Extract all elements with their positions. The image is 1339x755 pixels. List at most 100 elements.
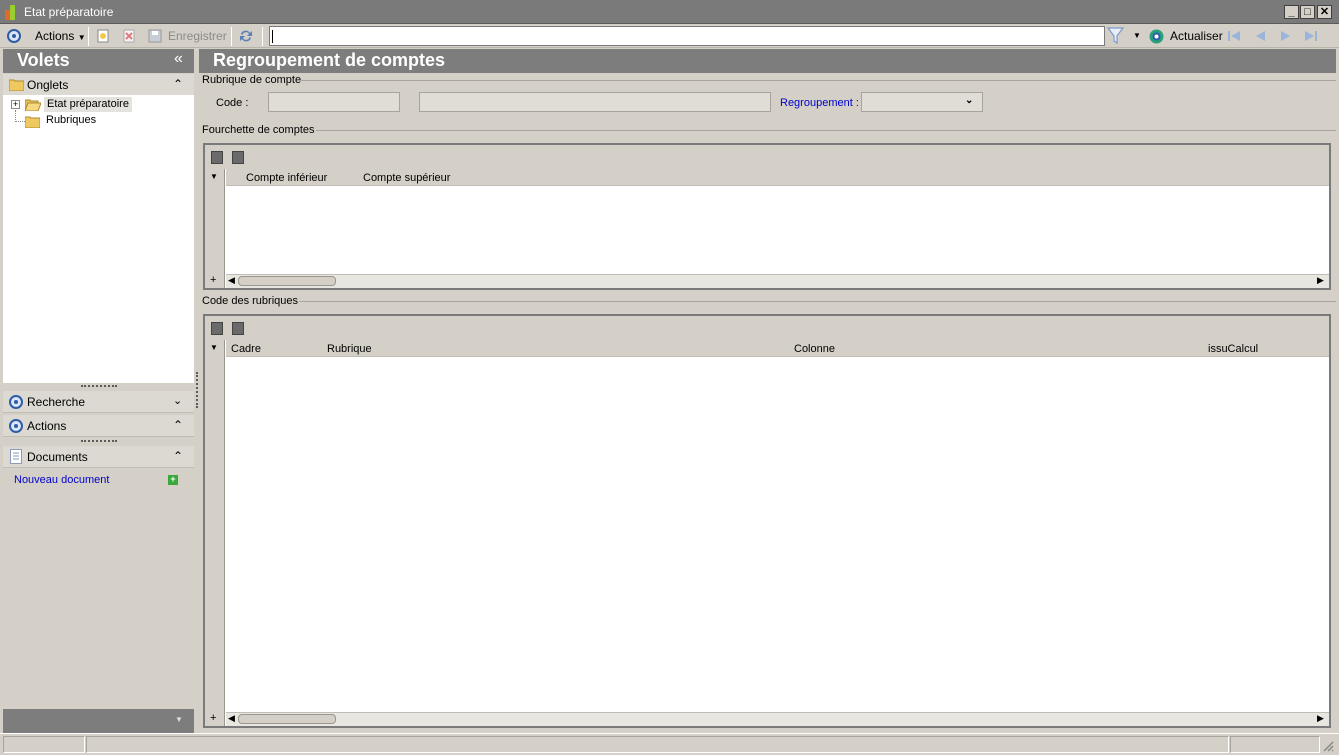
sync-icon[interactable] xyxy=(238,28,254,44)
horizontal-scrollbar[interactable]: ◀ ▶ xyxy=(226,712,1329,726)
main-content: Regroupement de comptes Rubrique de comp… xyxy=(199,49,1336,733)
add-document-icon[interactable]: + xyxy=(168,475,178,485)
documents-group-header[interactable]: Documents ⌃ xyxy=(3,446,194,468)
search-input[interactable] xyxy=(269,26,1105,46)
save-button[interactable]: Enregistrer xyxy=(168,28,227,44)
resize-grip-icon[interactable] xyxy=(1322,740,1334,752)
tree-item-label: Etat préparatoire xyxy=(47,98,129,110)
column-header[interactable]: Cadre xyxy=(231,343,261,355)
onglets-group-header[interactable]: Onglets ⌃ xyxy=(3,74,194,96)
sidebar-title: Volets xyxy=(17,50,70,70)
actions-menu-label: Actions xyxy=(35,29,75,43)
double-chevron-down-icon[interactable]: ⌄ xyxy=(965,95,973,106)
text-cursor xyxy=(272,30,273,43)
regroupement-select[interactable]: ⌄ xyxy=(861,92,983,112)
scroll-right-icon[interactable]: ▶ xyxy=(1317,275,1324,286)
actions-group-label: Actions xyxy=(27,419,67,433)
refresh-button[interactable]: Actualiser xyxy=(1170,28,1223,44)
tree-expander-icon[interactable]: + xyxy=(11,100,20,109)
scroll-left-icon[interactable]: ◀ xyxy=(228,275,235,286)
sidebar-header: Volets « xyxy=(3,49,194,73)
toolbar-separator xyxy=(231,27,232,46)
expand-down-icon[interactable]: ⌄ xyxy=(173,394,182,407)
column-header[interactable]: Colonne xyxy=(794,343,835,355)
main-toolbar: Actions ▼ Enregistrer ▼ Actualiser xyxy=(0,24,1339,48)
code-rubriques-section-label: Code des rubriques xyxy=(202,295,299,307)
add-row-button[interactable]: + xyxy=(210,274,216,286)
add-row-button[interactable]: + xyxy=(210,712,216,724)
minimize-button[interactable]: _ xyxy=(1284,5,1299,19)
last-record-icon[interactable] xyxy=(1303,28,1319,44)
recherche-group-header[interactable]: Recherche ⌄ xyxy=(3,391,194,413)
recherche-label: Recherche xyxy=(27,395,86,409)
next-record-icon[interactable] xyxy=(1278,28,1294,44)
status-bar xyxy=(0,733,1339,755)
grid-add-icon[interactable] xyxy=(211,322,223,335)
scroll-left-icon[interactable]: ◀ xyxy=(228,713,235,724)
grid-toolbar xyxy=(205,145,1329,169)
folder-icon xyxy=(9,79,24,91)
toolbar-separator xyxy=(262,27,263,46)
column-header[interactable]: Compte inférieur xyxy=(246,172,327,184)
window-title: Etat préparatoire xyxy=(24,5,114,19)
folder-icon xyxy=(25,116,40,128)
horizontal-scrollbar[interactable]: ◀ ▶ xyxy=(226,274,1329,288)
grid-header-row: Cadre Rubrique Colonne issuCalcul xyxy=(226,340,1329,357)
section-divider xyxy=(316,130,1336,131)
fourchette-grid: ▼ + Compte inférieur Compte supérieur ◀ … xyxy=(203,143,1331,290)
onglets-label: Onglets xyxy=(27,78,69,92)
actions-group-header[interactable]: Actions ⌃ xyxy=(3,415,194,437)
new-document-link[interactable]: Nouveau document xyxy=(14,474,109,486)
grid-edit-icon[interactable] xyxy=(232,322,244,335)
column-header[interactable]: Compte supérieur xyxy=(363,172,450,184)
refresh-icon[interactable] xyxy=(1148,28,1165,45)
sidebar-footer-arrow-icon[interactable]: ▼ xyxy=(175,715,183,724)
grid-add-icon[interactable] xyxy=(211,151,223,164)
scroll-right-icon[interactable]: ▶ xyxy=(1317,713,1324,724)
delete-icon[interactable] xyxy=(122,29,136,43)
description-field[interactable] xyxy=(419,92,771,112)
page-title: Regroupement de comptes xyxy=(213,50,446,70)
column-header[interactable]: Rubrique xyxy=(327,343,372,355)
splitter-grip[interactable] xyxy=(81,440,117,442)
maximize-button[interactable]: □ xyxy=(1300,5,1315,19)
tree-item-rubriques[interactable]: Rubriques xyxy=(46,113,96,128)
column-header[interactable]: issuCalcul xyxy=(1208,343,1258,355)
column-chooser-icon[interactable]: ▼ xyxy=(210,343,218,352)
grid-edit-icon[interactable] xyxy=(232,151,244,164)
sidebar-footer: ▼ xyxy=(3,709,194,733)
collapse-up-icon[interactable]: ⌃ xyxy=(173,77,183,91)
fourchette-section-label: Fourchette de comptes xyxy=(202,124,315,136)
column-chooser-icon[interactable]: ▼ xyxy=(210,172,218,181)
regroupement-link[interactable]: Regroupement : xyxy=(780,97,859,109)
menu-ring-icon[interactable] xyxy=(7,29,21,43)
title-bar: Etat préparatoire _ □ ✕ xyxy=(0,0,1339,24)
dropdown-arrow-icon: ▼ xyxy=(77,33,86,42)
actions-menu-button[interactable]: Actions ▼ xyxy=(35,28,86,44)
scroll-thumb[interactable] xyxy=(238,714,336,724)
tree-item-etat-preparatoire[interactable]: Etat préparatoire xyxy=(44,97,132,112)
tree-item-label: Rubriques xyxy=(46,114,97,126)
status-cell xyxy=(86,736,1229,753)
rubrique-section-label: Rubrique de compte xyxy=(202,74,302,86)
grid-toolbar xyxy=(205,316,1329,340)
vertical-splitter-grip[interactable] xyxy=(196,372,198,408)
code-field[interactable] xyxy=(268,92,400,112)
grid-header-row: Compte inférieur Compte supérieur xyxy=(226,169,1329,186)
main-header: Regroupement de comptes xyxy=(199,49,1336,73)
collapse-up-icon[interactable]: ⌃ xyxy=(173,449,183,463)
open-folder-icon xyxy=(25,99,41,111)
scroll-thumb[interactable] xyxy=(238,276,336,286)
splitter-grip[interactable] xyxy=(81,385,117,387)
close-button[interactable]: ✕ xyxy=(1317,5,1332,19)
new-record-icon[interactable] xyxy=(96,29,110,43)
collapse-up-icon[interactable]: ⌃ xyxy=(173,418,183,432)
status-cell xyxy=(3,736,85,753)
recherche-icon xyxy=(9,395,23,409)
collapse-sidebar-icon[interactable]: « xyxy=(174,50,183,68)
first-record-icon[interactable] xyxy=(1226,28,1242,44)
filter-dropdown-icon[interactable]: ▼ xyxy=(1133,31,1141,40)
save-icon[interactable] xyxy=(148,29,162,43)
previous-record-icon[interactable] xyxy=(1252,28,1268,44)
filter-icon[interactable] xyxy=(1107,27,1124,45)
